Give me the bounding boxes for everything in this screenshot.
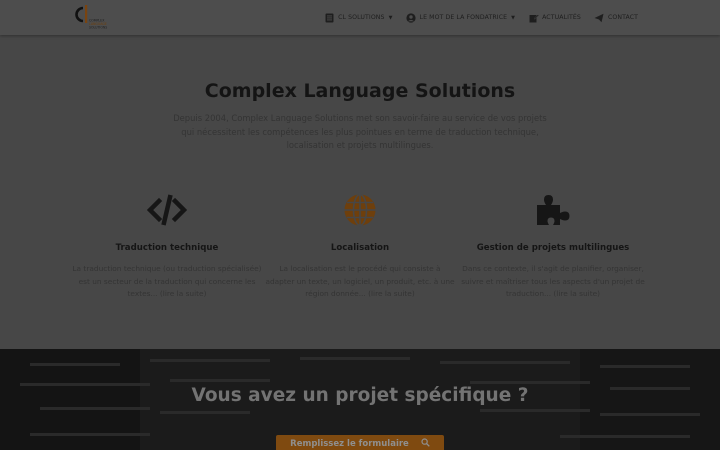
nav-label: CONTACT [607, 14, 638, 21]
feature-title: Localisation [330, 243, 390, 253]
edit-icon [528, 12, 539, 23]
cl-logo[interactable]: COMPLEX LANGUAGE SOLUTIONS [74, 4, 110, 31]
feature-title: Gestion de projets multilingues [476, 243, 630, 253]
fill-form-button[interactable]: Remplissez le formulaire [276, 435, 444, 450]
nav-item-contact[interactable]: CONTACT [594, 12, 638, 23]
feature-title: Traduction technique [115, 243, 219, 253]
feature-description[interactable]: La traduction technique (ou traduction s… [72, 263, 262, 301]
fill-form-button-label: Remplissez le formulaire [290, 439, 409, 449]
feature-description[interactable]: Dans ce contexte, il s'agit de planifier… [458, 263, 648, 301]
hero-description: Depuis 2004, Complex Language Solutions … [173, 113, 547, 150]
nav-label: LE MOT DE LA FONDATRICE [419, 14, 508, 21]
feature-description[interactable]: La localisation est le procédé qui consi… [265, 263, 455, 301]
send-icon [594, 12, 605, 23]
code-icon [72, 190, 262, 230]
nav-item-actualites[interactable]: ACTUALITÉS [528, 12, 581, 23]
document-icon [324, 12, 335, 23]
top-navbar: COMPLEX LANGUAGE SOLUTIONS CL SOLUTIONS … [0, 0, 720, 35]
puzzle-icon [458, 190, 648, 230]
nav-item-cl-solutions[interactable]: CL SOLUTIONS ▼ [324, 12, 392, 23]
nav-label: CL SOLUTIONS [338, 14, 385, 21]
user-circle-icon [406, 12, 417, 23]
main-nav: CL SOLUTIONS ▼ LE MOT DE LA FONDATRICE ▼… [324, 0, 638, 35]
feature-card-gestion-projets: Gestion de projets multilingues Dans ce … [458, 190, 648, 301]
banner-title: Vous avez un projet spécifique ? [191, 385, 529, 406]
feature-card-localisation: Localisation La localisation est le proc… [265, 190, 455, 301]
globe-icon [265, 190, 455, 230]
chevron-down-icon: ▼ [388, 14, 393, 21]
search-icon [421, 438, 430, 450]
feature-card-traduction: Traduction technique La traduction techn… [72, 190, 262, 301]
nav-label: ACTUALITÉS [542, 14, 581, 21]
page-title: Complex Language Solutions [204, 80, 516, 102]
logo-line-3: SOLUTIONS [89, 26, 107, 30]
cl-logo-mark: COMPLEX LANGUAGE SOLUTIONS [75, 5, 107, 30]
chevron-down-icon: ▼ [511, 14, 516, 21]
nav-item-mot-fondatrice[interactable]: LE MOT DE LA FONDATRICE ▼ [406, 12, 516, 23]
